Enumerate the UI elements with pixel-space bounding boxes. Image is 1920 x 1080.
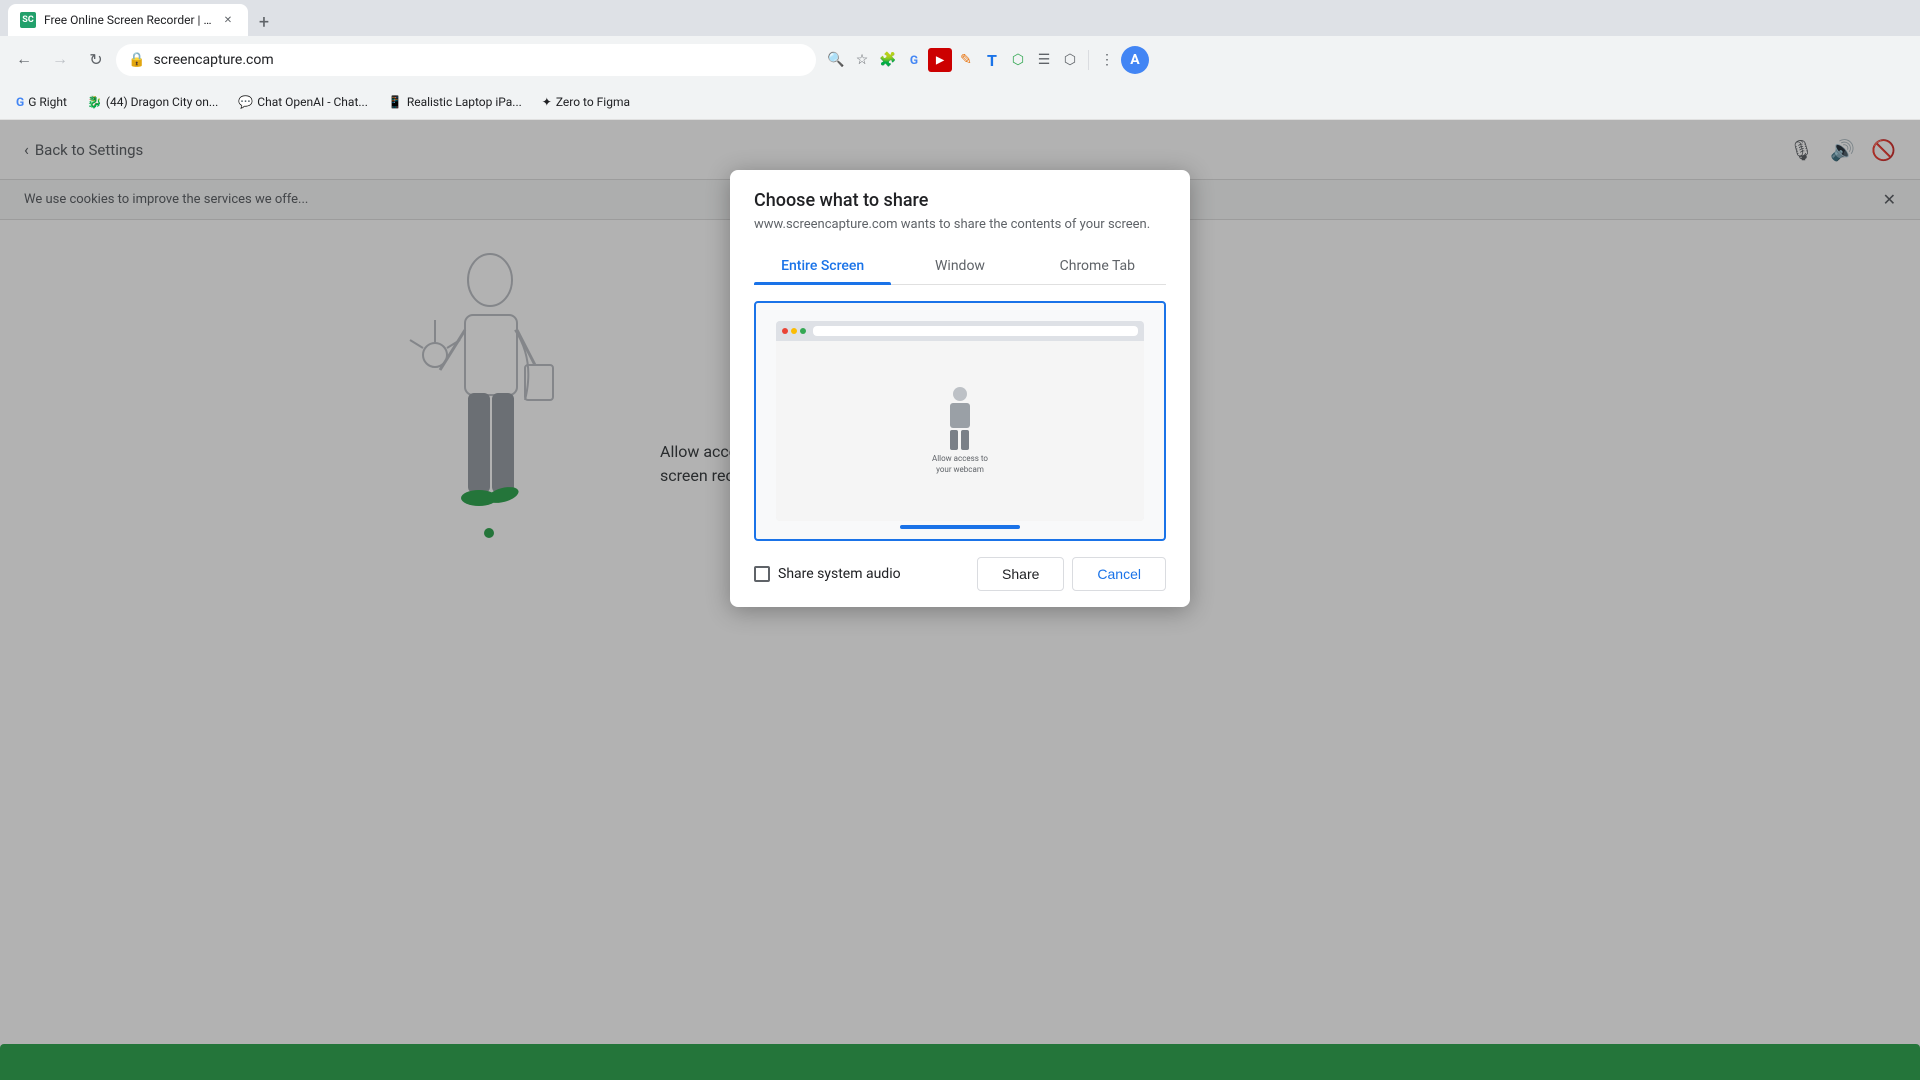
dialog-title: Choose what to share [754, 190, 1166, 211]
extension-puzzle-icon[interactable]: 🧩 [876, 48, 900, 72]
active-tab[interactable]: SC Free Online Screen Recorder | O... ✕ [8, 4, 248, 36]
selection-indicator [900, 525, 1020, 529]
share-button[interactable]: Share [977, 557, 1064, 591]
tab-bar: SC Free Online Screen Recorder | O... ✕ … [0, 0, 1920, 36]
ext-icon-1[interactable]: G [902, 48, 926, 72]
search-icon[interactable]: 🔍 [824, 48, 848, 72]
dialog-tabs: Entire Screen Window Chrome Tab [754, 248, 1166, 285]
bookmark-g-right[interactable]: G G Right [8, 90, 75, 114]
tab-chrome-tab[interactable]: Chrome Tab [1029, 248, 1166, 284]
ext-icon-7[interactable]: ⬡ [1058, 48, 1082, 72]
mini-leg-left [950, 430, 958, 450]
mini-head [953, 387, 967, 401]
tab-favicon: SC [20, 12, 36, 28]
profile-avatar[interactable]: A [1121, 46, 1149, 74]
reload-button[interactable]: ↻ [80, 44, 112, 76]
bookmark-chatgpt[interactable]: 💬 Chat OpenAI - Chat... [230, 90, 376, 114]
bookmark-favicon-laptop: 📱 [388, 95, 403, 109]
bookmark-star-icon[interactable]: ☆ [850, 48, 874, 72]
mini-address-bar [813, 326, 1137, 336]
mini-dot-red [782, 328, 788, 334]
bookmark-dragon-city[interactable]: 🐉 (44) Dragon City on... [79, 90, 226, 114]
more-menu-button[interactable]: ⋮ [1095, 48, 1119, 72]
bookmark-label: G Right [28, 95, 67, 109]
tab-window[interactable]: Window [891, 248, 1028, 284]
bookmark-favicon-chat: 💬 [238, 95, 253, 109]
forward-button[interactable]: → [44, 44, 76, 76]
browser-frame: SC Free Online Screen Recorder | O... ✕ … [0, 0, 1920, 1080]
share-audio-label: Share system audio [778, 566, 901, 582]
dialog-subtitle: www.screencapture.com wants to share the… [754, 217, 1166, 232]
mini-dot-green [800, 328, 806, 334]
preview-screenshot-content: Allow access toyour webcam [776, 321, 1143, 522]
bookmark-label-laptop: Realistic Laptop iPa... [407, 95, 522, 109]
mini-dot-yellow [791, 328, 797, 334]
mini-leg-right [961, 430, 969, 450]
bookmark-favicon-dc: 🐉 [87, 95, 102, 109]
page-content: ‹ Back to Settings 🎙 🔊 🚫 We use cookies … [0, 120, 1920, 1080]
tab-close-button[interactable]: ✕ [220, 12, 236, 28]
mini-legs [950, 430, 969, 450]
bookmark-figma[interactable]: ✦ Zero to Figma [534, 90, 638, 114]
mini-figure: Allow access toyour webcam [932, 387, 988, 475]
ext-icon-3[interactable]: ✎ [954, 48, 978, 72]
nav-actions: 🔍 ☆ 🧩 G ▶ ✎ T ⬡ ☰ ⬡ ⋮ A [824, 46, 1149, 74]
bookmark-favicon-figma: ✦ [542, 95, 552, 109]
screen-preview[interactable]: Allow access toyour webcam [754, 301, 1166, 541]
back-button[interactable]: ← [8, 44, 40, 76]
bookmark-label-chat: Chat OpenAI - Chat... [257, 95, 368, 109]
bookmark-label-figma: Zero to Figma [556, 95, 630, 109]
bookmarks-bar: G G Right 🐉 (44) Dragon City on... 💬 Cha… [0, 84, 1920, 120]
tab-title: Free Online Screen Recorder | O... [44, 13, 212, 27]
mini-browser-top [776, 321, 1143, 341]
modal-overlay: Choose what to share www.screencapture.c… [0, 120, 1920, 1080]
mini-browser-content: Allow access toyour webcam [776, 341, 1143, 522]
ext-icon-6[interactable]: ☰ [1032, 48, 1056, 72]
nav-bar: ← → ↻ 🔒 screencapture.com 🔍 ☆ 🧩 G ▶ ✎ T … [0, 36, 1920, 84]
ext-icon-4[interactable]: T [980, 48, 1004, 72]
new-tab-button[interactable]: + [250, 8, 278, 36]
tab-entire-screen[interactable]: Entire Screen [754, 248, 891, 284]
share-audio-checkbox[interactable] [754, 566, 770, 582]
bookmark-favicon-g: G [16, 95, 24, 109]
nav-separator [1088, 50, 1089, 70]
dialog-footer: Share system audio Share Cancel [754, 557, 1166, 591]
share-audio-checkbox-area: Share system audio [754, 566, 901, 582]
bookmark-label-dc: (44) Dragon City on... [106, 95, 218, 109]
bookmark-laptop[interactable]: 📱 Realistic Laptop iPa... [380, 90, 530, 114]
address-text: screencapture.com [153, 52, 273, 68]
lock-icon: 🔒 [128, 52, 145, 68]
dialog-buttons: Share Cancel [977, 557, 1166, 591]
ext-icon-2[interactable]: ▶ [928, 48, 952, 72]
mini-torso [950, 403, 970, 428]
share-dialog: Choose what to share www.screencapture.c… [730, 170, 1190, 607]
cancel-button[interactable]: Cancel [1072, 557, 1166, 591]
mini-text: Allow access toyour webcam [932, 454, 988, 475]
address-bar[interactable]: 🔒 screencapture.com [116, 44, 816, 76]
ext-icon-5[interactable]: ⬡ [1006, 48, 1030, 72]
